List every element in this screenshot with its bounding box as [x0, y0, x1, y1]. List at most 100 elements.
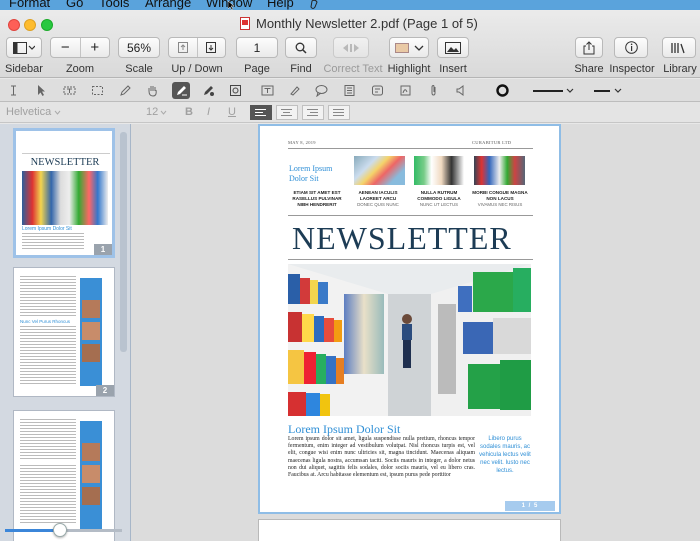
menu-tools[interactable]: Tools [99, 0, 129, 10]
correct-text-button[interactable] [333, 37, 369, 58]
library-icon [671, 42, 685, 53]
chevron-down-icon [414, 45, 423, 51]
note-tool[interactable] [312, 82, 330, 99]
feature-col2-head: AENEAN IACULIS LAOREET ARCU [358, 190, 398, 201]
slider-knob[interactable] [52, 523, 67, 537]
page-field[interactable]: 1 [236, 37, 278, 58]
chevron-down-icon[interactable] [614, 88, 622, 94]
menu-go[interactable]: Go [66, 0, 83, 10]
underline-button[interactable]: U [228, 106, 236, 118]
hand-tool[interactable] [143, 82, 161, 99]
library-thumbnail-image [474, 156, 525, 185]
italic-button[interactable]: I [207, 106, 210, 118]
thumbnail-sidebar: NEWSLETTER Lorem Ipsum Dolor Sit 1 Nunc … [0, 124, 131, 541]
font-size-select[interactable]: 12 [146, 106, 158, 118]
scale-field[interactable]: 56% [118, 37, 160, 58]
find-button[interactable] [285, 37, 317, 58]
marker-icon [289, 86, 300, 96]
page-number-badge: 1 [94, 244, 112, 255]
border-style-tool[interactable] [492, 82, 512, 99]
highlight-tool[interactable] [285, 82, 303, 99]
hand-icon [148, 86, 157, 97]
text-box-tool[interactable] [258, 82, 276, 99]
bold-button[interactable]: B [185, 106, 193, 118]
sidebar-scrollbar[interactable] [120, 132, 127, 352]
insert-button[interactable] [437, 37, 469, 58]
highlight-button[interactable] [389, 37, 429, 58]
zoom-window-button[interactable] [41, 19, 53, 31]
align-right-button[interactable] [302, 105, 324, 120]
rect-select-tool[interactable] [88, 82, 106, 99]
issue-date: MAY 8, 2019 [288, 140, 316, 145]
page-thumbnail-2[interactable]: Nunc Vel Purus Rhoncus 2 [13, 267, 115, 397]
preview-window: Format Go Tools Arrange Window Help Mont… [0, 0, 700, 541]
feature-col2-sub: DONEC QUIS NUNC [357, 202, 399, 207]
feature-column-4: MORBI CONGUE MAGNA NON LACUS VIVAMUS NEC … [472, 190, 528, 208]
masthead-rule [288, 215, 533, 216]
align-justify-button[interactable] [328, 105, 350, 120]
chevron-down-icon[interactable] [54, 110, 61, 115]
up-down-label: Up / Down [171, 63, 223, 75]
highlight-color-swatch [394, 42, 409, 53]
chevron-down-icon[interactable] [566, 88, 574, 94]
zoom-out-button[interactable]: − [51, 38, 81, 57]
page-up-button[interactable] [169, 38, 198, 57]
pencil-tool[interactable] [116, 82, 134, 99]
thumb-rule [22, 153, 110, 154]
feature-col3-head: NULLA RUTRUM COMMODO LIGULA [417, 190, 461, 201]
page-thumbnail-1[interactable]: NEWSLETTER Lorem Ipsum Dolor Sit 1 [13, 128, 115, 258]
zoom-label: Zoom [65, 63, 95, 75]
sidebar-button[interactable] [6, 37, 42, 58]
page-down-button[interactable] [198, 38, 226, 57]
inspector-label: Inspector [609, 63, 655, 75]
markup-toolbar [0, 79, 700, 102]
minimize-window-button[interactable] [24, 19, 36, 31]
feature-title: Lorem Ipsum Dolor Sit [289, 164, 333, 183]
script-menu-icon[interactable] [309, 0, 321, 10]
feature-col1-head: ETIAM SIT AMET EST RASELLUS PULVINAR NIB… [292, 190, 342, 207]
inspector-button[interactable] [614, 37, 648, 58]
newsletter-masthead: NEWSLETTER [292, 220, 512, 256]
menu-arrange[interactable]: Arrange [145, 0, 191, 10]
page-thumbnail-3[interactable] [13, 410, 115, 541]
chevron-down-icon[interactable] [160, 110, 167, 115]
format-toolbar: Helvetica 12 B I U [0, 102, 700, 123]
speaker-icon [456, 85, 463, 96]
menu-help[interactable]: Help [267, 0, 294, 10]
align-left-button[interactable] [250, 105, 272, 120]
arrow-select-tool[interactable] [32, 82, 50, 99]
window-toolbar: Monthly Newsletter 2.pdf (Page 1 of 5) S… [0, 10, 700, 78]
line-end-preview[interactable] [594, 90, 610, 92]
signature-tool[interactable] [396, 82, 414, 99]
page-number-badge: 2 [96, 385, 114, 396]
text-box-select-tool[interactable] [60, 82, 78, 99]
correct-text-label: Correct Text [323, 63, 383, 75]
zoom-in-button[interactable]: + [81, 38, 110, 57]
thumb-hero-image [22, 171, 108, 225]
share-button[interactable] [575, 37, 603, 58]
top-rule [288, 148, 533, 149]
feature-column-3: NULLA RUTRUM COMMODO LIGULA NUNC UT LECTU… [411, 190, 467, 208]
field-tool[interactable] [368, 82, 386, 99]
sketch-tool[interactable] [172, 82, 190, 99]
paperclip-icon [431, 84, 435, 96]
menu-format[interactable]: Format [9, 0, 50, 10]
text-selection-tool[interactable] [4, 82, 22, 99]
thumb-body-text [20, 419, 76, 461]
thumb-sidebar-column [80, 278, 102, 386]
line-style-preview[interactable] [533, 90, 563, 92]
attach-tool[interactable] [424, 82, 442, 99]
sidebar-icon [13, 41, 35, 54]
draw-tool[interactable] [199, 82, 217, 99]
audio-tool[interactable] [452, 82, 470, 99]
form-tool[interactable] [340, 82, 358, 99]
close-window-button[interactable] [8, 19, 20, 31]
publisher-name: CURABITUR LTD [472, 140, 512, 145]
arrow-up-icon [177, 42, 188, 53]
article-headline: Lorem Ipsum Dolor Sit [288, 422, 401, 436]
thumb-masthead: NEWSLETTER [30, 157, 100, 168]
align-center-button[interactable] [276, 105, 298, 120]
stamp-tool[interactable] [226, 82, 244, 99]
library-button[interactable] [662, 37, 696, 58]
font-family-select[interactable]: Helvetica [6, 106, 51, 118]
